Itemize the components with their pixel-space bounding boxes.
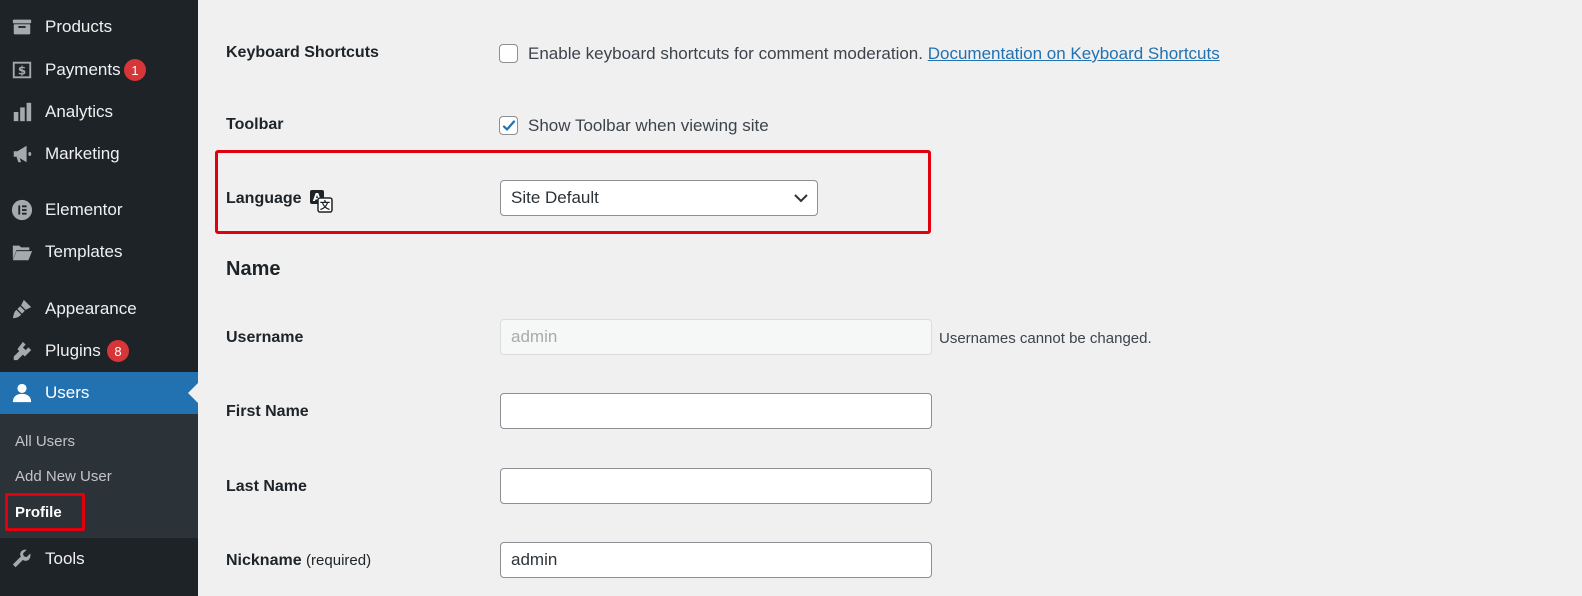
menu-label-plugins: Plugins (45, 341, 101, 360)
profile-highlight-box (5, 493, 85, 531)
toolbar-checkbox[interactable] (499, 116, 518, 135)
submenu-all-users[interactable]: All Users (15, 433, 75, 450)
plugins-count-badge: 8 (107, 340, 129, 362)
svg-text:$: $ (18, 64, 26, 78)
menu-label-elementor: Elementor (45, 200, 123, 219)
menu-item-elementor[interactable]: Elementor (0, 189, 198, 231)
plugin-icon (10, 339, 34, 363)
language-label: Language (226, 190, 302, 207)
username-note: Usernames cannot be changed. (939, 330, 1152, 347)
menu-item-payments[interactable]: $ Payments 1 (0, 49, 198, 91)
menu-item-tools[interactable]: Tools (0, 538, 198, 580)
menu-item-appearance[interactable]: Appearance (0, 288, 198, 330)
language-select[interactable]: Site Default (500, 180, 818, 216)
keyboard-shortcuts-text: Enable keyboard shortcuts for comment mo… (528, 44, 923, 63)
paintbrush-icon (10, 297, 34, 321)
nickname-required-note: (required) (306, 552, 372, 569)
products-icon (10, 15, 34, 39)
first-name-label: First Name (226, 403, 309, 420)
menu-label-payments: Payments (45, 60, 121, 79)
toolbar-text: Show Toolbar when viewing site (528, 116, 769, 135)
menu-label-products: Products (45, 17, 113, 36)
payments-icon: $ (10, 58, 34, 82)
wrench-icon (10, 547, 34, 571)
nickname-label: Nickname (226, 552, 302, 569)
menu-item-analytics[interactable]: Analytics (0, 91, 198, 133)
translation-icon: A 文 (310, 190, 333, 213)
keyboard-shortcuts-doc-link[interactable]: Documentation on Keyboard Shortcuts (928, 44, 1220, 63)
user-icon (10, 381, 34, 405)
nickname-label-row: Nickname (required) (226, 552, 371, 570)
menu-label-templates: Templates (45, 242, 123, 261)
analytics-icon (10, 100, 34, 124)
menu-label-users: Users (45, 383, 90, 402)
name-section-title: Name (226, 258, 281, 280)
language-select-value: Site Default (511, 188, 599, 207)
menu-label-appearance: Appearance (45, 299, 137, 318)
menu-item-marketing[interactable]: Marketing (0, 133, 198, 175)
keyboard-shortcuts-checkbox[interactable] (499, 44, 518, 63)
keyboard-shortcuts-text-row: Enable keyboard shortcuts for comment mo… (528, 44, 1220, 64)
menu-item-products[interactable]: Products (0, 6, 198, 48)
menu-label-analytics: Analytics (45, 102, 114, 121)
megaphone-icon (10, 142, 34, 166)
menu-item-users[interactable]: Users (0, 372, 198, 414)
keyboard-shortcuts-label: Keyboard Shortcuts (226, 44, 379, 61)
last-name-label: Last Name (226, 478, 307, 495)
menu-label-tools: Tools (45, 549, 85, 568)
username-field (500, 319, 932, 355)
first-name-field[interactable] (500, 393, 932, 429)
folder-icon (10, 240, 34, 264)
toolbar-label: Toolbar (226, 116, 284, 133)
submenu-add-new-user[interactable]: Add New User (15, 468, 112, 485)
elementor-icon (10, 198, 34, 222)
nickname-field[interactable] (500, 542, 932, 578)
username-label: Username (226, 329, 304, 346)
menu-item-templates[interactable]: Templates (0, 231, 198, 273)
checkmark-icon (502, 120, 516, 131)
last-name-field[interactable] (500, 468, 932, 504)
svg-text:文: 文 (320, 199, 331, 212)
menu-item-plugins[interactable]: Plugins 8 (0, 330, 198, 372)
chevron-down-icon (794, 194, 808, 203)
menu-label-marketing: Marketing (45, 144, 120, 163)
payments-count-badge: 1 (124, 59, 146, 81)
